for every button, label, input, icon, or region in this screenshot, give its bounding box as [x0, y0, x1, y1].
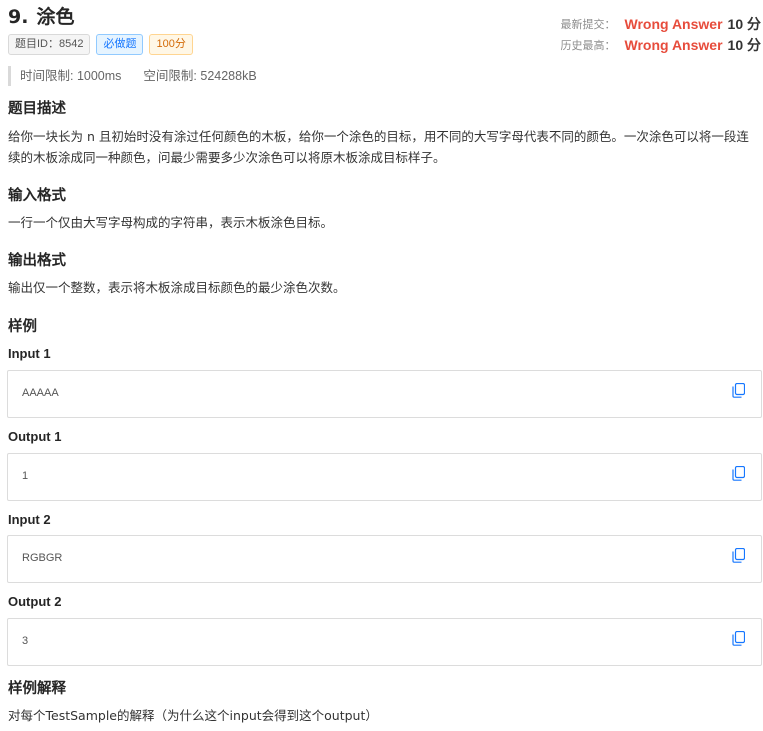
- history-best[interactable]: 历史最高： Wrong Answer 10 分: [561, 35, 761, 55]
- description-heading: 题目描述: [8, 101, 66, 117]
- problem-number: 9.: [8, 6, 29, 28]
- input2-value: RGBGR: [22, 552, 63, 564]
- copy-icon[interactable]: [732, 383, 745, 398]
- output-format-text: 输出仅一个整数，表示将木板涂成目标颜色的最少涂色次数。: [8, 280, 346, 295]
- problem-name: 涂色: [36, 6, 75, 28]
- input-format-heading: 输入格式: [8, 188, 66, 204]
- output2-box: 3: [7, 618, 762, 666]
- copy-icon[interactable]: [732, 548, 745, 563]
- description-text: 给你一块长为 n 且初始时没有涂过任何颜色的木板，给你一个涂色的目标，用不同的大…: [8, 129, 749, 165]
- input2-box: RGBGR: [7, 535, 762, 583]
- input1-box: AAAAA: [7, 370, 762, 418]
- copy-icon[interactable]: [732, 466, 745, 481]
- latest-submission-score: 10 分: [727, 16, 761, 32]
- explanation-heading: 样例解释: [8, 681, 66, 697]
- required-tag: 必做题: [96, 34, 144, 55]
- input1-label: Input 1: [8, 346, 51, 361]
- points-tag: 100分: [149, 34, 193, 55]
- output1-value: 1: [22, 470, 29, 482]
- history-best-label: 历史最高：: [560, 40, 616, 52]
- input1-value: AAAAA: [22, 387, 59, 399]
- memory-limit: 空间限制: 524288kB: [143, 69, 257, 83]
- output2-value: 3: [22, 635, 29, 647]
- history-best-score: 10 分: [727, 37, 761, 53]
- problem-title: 9. 涂色: [8, 2, 74, 29]
- samples-heading: 样例: [8, 319, 37, 335]
- limits-bar: 时间限制: 1000ms 空间限制: 524288kB: [8, 66, 257, 86]
- output1-label: Output 1: [8, 429, 62, 444]
- latest-submission-result[interactable]: Wrong Answer: [625, 16, 723, 32]
- problem-id-tag: 题目ID：8542: [8, 34, 91, 55]
- problem-tags: 题目ID：8542 必做题 100分: [8, 34, 193, 55]
- latest-submission[interactable]: 最新提交： Wrong Answer 10 分: [561, 14, 761, 34]
- input-format-text: 一行一个仅由大写字母构成的字符串，表示木板涂色目标。: [8, 215, 334, 230]
- history-best-result[interactable]: Wrong Answer: [625, 37, 723, 53]
- latest-submission-label: 最新提交：: [560, 19, 616, 31]
- copy-icon[interactable]: [732, 631, 745, 646]
- output2-label: Output 2: [8, 594, 62, 609]
- input2-label: Input 2: [8, 512, 51, 527]
- output-format-heading: 输出格式: [8, 253, 66, 269]
- output1-box: 1: [7, 453, 762, 501]
- explanation-text: 对每个TestSample的解释（为什么这个input会得到这个output）: [8, 708, 378, 723]
- time-limit: 时间限制: 1000ms: [20, 69, 122, 83]
